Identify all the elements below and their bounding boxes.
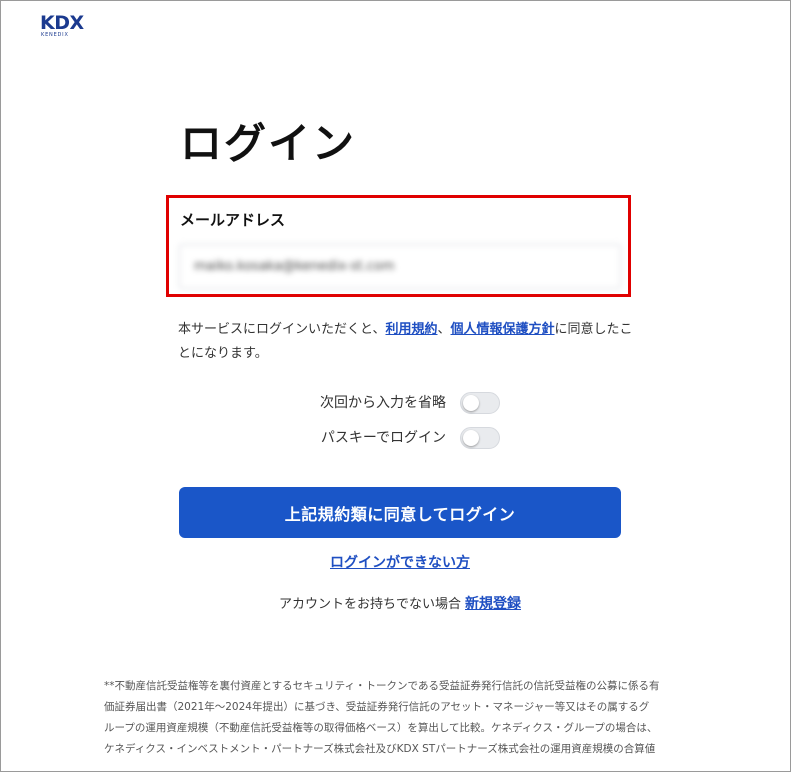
footnote-line: ケネディクス・インベストメント・パートナーズ株式会社及びKDX STパートナーズ… <box>104 743 656 755</box>
remember-me-label: 次回から入力を省略 <box>320 395 446 411</box>
consent-text: 本サービスにログインいただくと、利用規約、個人情報保護方針に同意したことになりま… <box>178 318 638 366</box>
toggle-knob <box>463 395 479 411</box>
email-input[interactable] <box>179 244 621 289</box>
passkey-row: パスキーでログイン <box>250 425 500 451</box>
page-title: ログイン <box>180 119 357 168</box>
footnote-line: **不動産信託受益権等を裏付資産とするセキュリティ・トークンである受益証券発行信… <box>104 680 660 692</box>
footnote-line: 価証券届出書（2021年〜2024年提出）に基づき、受益証券発行信託のアセット・… <box>104 701 650 713</box>
browser-frame <box>0 0 791 772</box>
consent-text-before: 本サービスにログインいただくと、 <box>178 322 386 337</box>
signup-link[interactable]: 新規登録 <box>465 596 521 612</box>
privacy-policy-link[interactable]: 個人情報保護方針 <box>451 322 555 337</box>
signup-prompt: アカウントをお持ちでない場合 <box>278 597 461 612</box>
kdx-logo[interactable]: KDX KENEDIX <box>40 14 98 42</box>
remember-me-toggle[interactable] <box>460 392 500 414</box>
terms-link[interactable]: 利用規約 <box>385 322 437 337</box>
logo-mark: KDX <box>40 12 84 34</box>
passkey-toggle[interactable] <box>460 427 500 449</box>
login-button[interactable]: 上記規約類に同意してログイン <box>179 487 621 538</box>
remember-me-row: 次回から入力を省略 <box>250 390 500 416</box>
email-label: メールアドレス <box>180 211 286 229</box>
passkey-label: パスキーでログイン <box>320 430 446 446</box>
consent-separator: 、 <box>437 322 451 337</box>
toggle-knob <box>463 430 479 446</box>
footnote: **不動産信託受益権等を裏付資産とするセキュリティ・トークンである受益証券発行信… <box>104 676 704 760</box>
cannot-login-link[interactable]: ログインができない方 <box>179 551 621 575</box>
signup-row: アカウントをお持ちでない場合 新規登録 <box>179 592 621 617</box>
footnote-line: ループの運用資産規模（不動産信託受益権等の取得価格ベース）を算出して比較。ケネデ… <box>104 722 658 734</box>
